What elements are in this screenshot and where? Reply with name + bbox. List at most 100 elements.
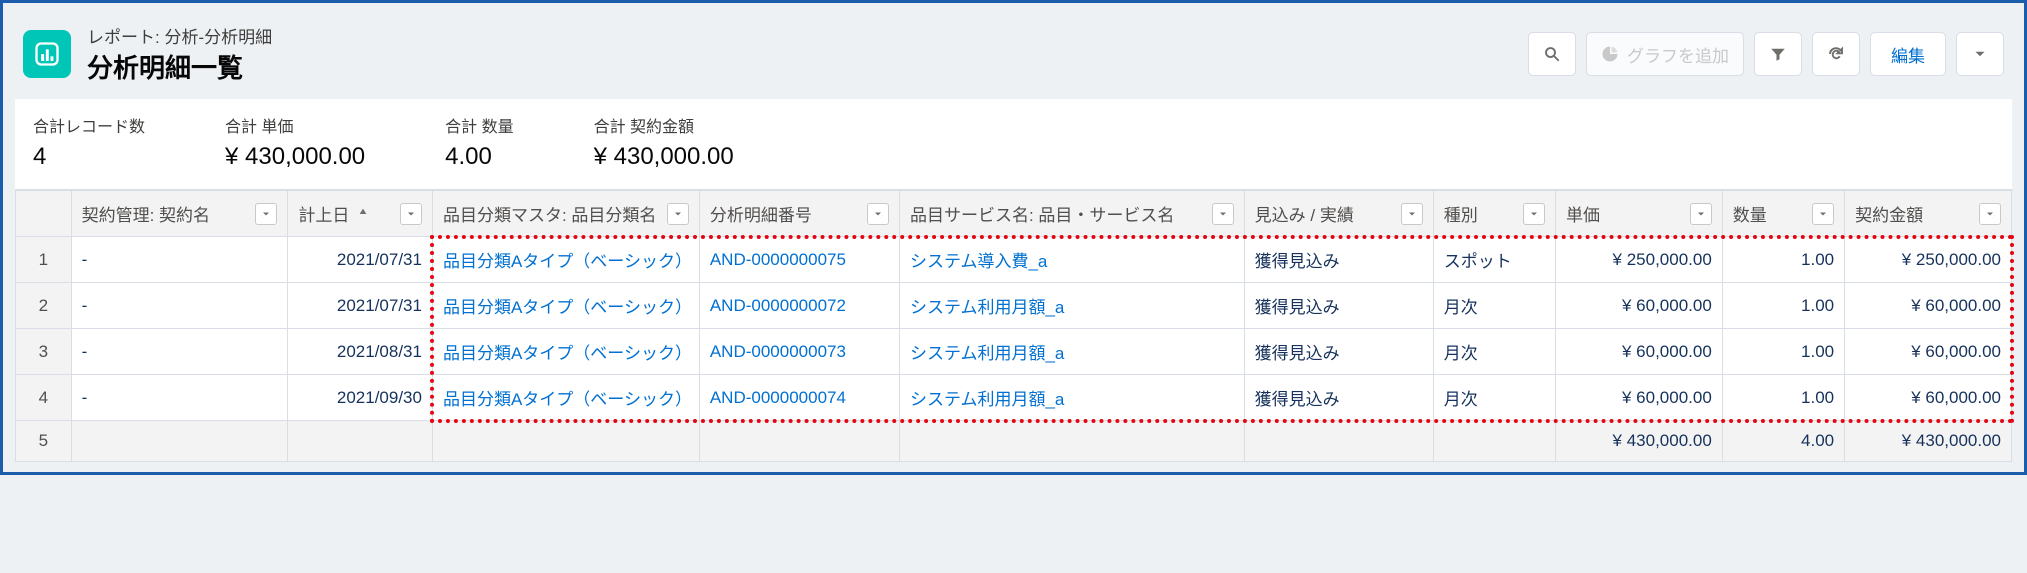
col-label: 数量	[1733, 201, 1767, 226]
cell-unit-price: ¥ 60,000.00	[1556, 375, 1723, 421]
col-label: 品目分類マスタ: 品目分類名	[443, 201, 656, 226]
cell-category-link[interactable]: 品目分類Aタイプ（ベーシック）	[432, 283, 699, 329]
col-type[interactable]: 種別	[1433, 191, 1555, 237]
filter-toggle[interactable]	[400, 203, 422, 225]
filter-toggle[interactable]	[867, 203, 889, 225]
col-category[interactable]: 品目分類マスタ: 品目分類名	[432, 191, 699, 237]
row-number: 5	[16, 421, 72, 462]
cell-empty	[432, 421, 699, 462]
col-label: 計上日	[298, 201, 349, 226]
cell-status: 獲得見込み	[1244, 329, 1433, 375]
refresh-icon	[1827, 45, 1845, 63]
col-unit-price[interactable]: 単価	[1556, 191, 1723, 237]
cell-empty	[71, 421, 288, 462]
more-actions-button[interactable]	[1956, 32, 2004, 76]
cell-empty	[288, 421, 433, 462]
cell-empty	[1433, 421, 1555, 462]
cell-amount: ¥ 60,000.00	[1845, 329, 2012, 375]
refresh-button[interactable]	[1812, 32, 1860, 76]
cell-date: 2021/07/31	[288, 283, 433, 329]
filter-toggle[interactable]	[667, 203, 689, 225]
cell-status: 獲得見込み	[1244, 237, 1433, 283]
col-qty[interactable]: 数量	[1722, 191, 1844, 237]
cell-qty: 1.00	[1722, 375, 1844, 421]
filter-toggle[interactable]	[1401, 203, 1423, 225]
add-chart-label: グラフを追加	[1627, 42, 1729, 67]
filter-button[interactable]	[1754, 32, 1802, 76]
breadcrumb: レポート: 分析-分析明細	[87, 23, 272, 48]
row-number: 2	[16, 283, 72, 329]
cell-category-link[interactable]: 品目分類Aタイプ（ベーシック）	[432, 329, 699, 375]
cell-contract: -	[71, 375, 288, 421]
cell-category-link[interactable]: 品目分類Aタイプ（ベーシック）	[432, 375, 699, 421]
edit-button[interactable]: 編集	[1870, 32, 1946, 76]
cell-empty	[1244, 421, 1433, 462]
col-label: 見込み / 実績	[1255, 201, 1354, 226]
cell-contract: -	[71, 237, 288, 283]
cell-detail-link[interactable]: AND-0000000074	[699, 375, 899, 421]
filter-toggle[interactable]	[1812, 203, 1834, 225]
cell-date: 2021/09/30	[288, 375, 433, 421]
funnel-icon	[1769, 45, 1787, 63]
cell-service-link[interactable]: システム導入費_a	[899, 237, 1244, 283]
col-status[interactable]: 見込み / 実績	[1244, 191, 1433, 237]
col-label: 分析明細番号	[710, 201, 812, 226]
summary-value: 4	[33, 143, 145, 171]
cell-contract: -	[71, 329, 288, 375]
cell-unit-price: ¥ 250,000.00	[1556, 237, 1723, 283]
summary-record-count: 合計レコード数 4	[33, 113, 145, 171]
cell-date: 2021/07/31	[288, 237, 433, 283]
filter-toggle[interactable]	[255, 203, 277, 225]
cell-detail-link[interactable]: AND-0000000072	[699, 283, 899, 329]
cell-status: 獲得見込み	[1244, 375, 1433, 421]
cell-service-link[interactable]: システム利用月額_a	[899, 329, 1244, 375]
cell-qty: 1.00	[1722, 237, 1844, 283]
cell-empty	[899, 421, 1244, 462]
cell-date: 2021/08/31	[288, 329, 433, 375]
cell-unit-price: ¥ 60,000.00	[1556, 283, 1723, 329]
cell-type: 月次	[1433, 329, 1555, 375]
report-table-wrap: 契約管理: 契約名 計上日 品目分類マスタ: 品目分類名 分析明細番号 品目サー…	[15, 190, 2012, 462]
filter-toggle[interactable]	[1690, 203, 1712, 225]
cell-service-link[interactable]: システム利用月額_a	[899, 283, 1244, 329]
cell-service-link[interactable]: システム利用月額_a	[899, 375, 1244, 421]
summary-label: 合計レコード数	[33, 113, 145, 137]
col-amount[interactable]: 契約金額	[1845, 191, 2012, 237]
page-header: レポート: 分析-分析明細 分析明細一覧 グラフを追加 編集	[15, 13, 2012, 99]
sort-asc-icon	[355, 206, 371, 222]
col-contract[interactable]: 契約管理: 契約名	[71, 191, 288, 237]
cell-detail-link[interactable]: AND-0000000073	[699, 329, 899, 375]
col-detail-no[interactable]: 分析明細番号	[699, 191, 899, 237]
report-icon	[23, 30, 71, 78]
col-label: 契約金額	[1855, 201, 1923, 226]
col-rownum	[16, 191, 72, 237]
row-number: 1	[16, 237, 72, 283]
chart-icon	[1601, 45, 1619, 63]
filter-toggle[interactable]	[1523, 203, 1545, 225]
summary-value: ¥ 430,000.00	[225, 143, 365, 171]
summary-label: 合計 契約金額	[594, 113, 734, 137]
summary-label: 合計 数量	[445, 113, 513, 137]
col-date[interactable]: 計上日	[288, 191, 433, 237]
col-service[interactable]: 品目サービス名: 品目・サービス名	[899, 191, 1244, 237]
row-number: 4	[16, 375, 72, 421]
cell-empty	[699, 421, 899, 462]
table-row: 2-2021/07/31品目分類Aタイプ（ベーシック）AND-000000007…	[16, 283, 2012, 329]
col-label: 単価	[1566, 201, 1600, 226]
filter-toggle[interactable]	[1979, 203, 2001, 225]
cell-type: 月次	[1433, 375, 1555, 421]
cell-type: スポット	[1433, 237, 1555, 283]
table-header-row: 契約管理: 契約名 計上日 品目分類マスタ: 品目分類名 分析明細番号 品目サー…	[16, 191, 2012, 237]
chevron-down-icon	[1971, 45, 1989, 63]
cell-detail-link[interactable]: AND-0000000075	[699, 237, 899, 283]
cell-category-link[interactable]: 品目分類Aタイプ（ベーシック）	[432, 237, 699, 283]
cell-amount: ¥ 250,000.00	[1845, 237, 2012, 283]
summary-unit-total: 合計 単価 ¥ 430,000.00	[225, 113, 365, 171]
filter-toggle[interactable]	[1212, 203, 1234, 225]
summary-bar: 合計レコード数 4 合計 単価 ¥ 430,000.00 合計 数量 4.00 …	[15, 99, 2012, 190]
report-table: 契約管理: 契約名 計上日 品目分類マスタ: 品目分類名 分析明細番号 品目サー…	[15, 190, 2012, 462]
cell-amount: ¥ 60,000.00	[1845, 375, 2012, 421]
row-number: 3	[16, 329, 72, 375]
search-button[interactable]	[1528, 32, 1576, 76]
cell-amount: ¥ 60,000.00	[1845, 283, 2012, 329]
